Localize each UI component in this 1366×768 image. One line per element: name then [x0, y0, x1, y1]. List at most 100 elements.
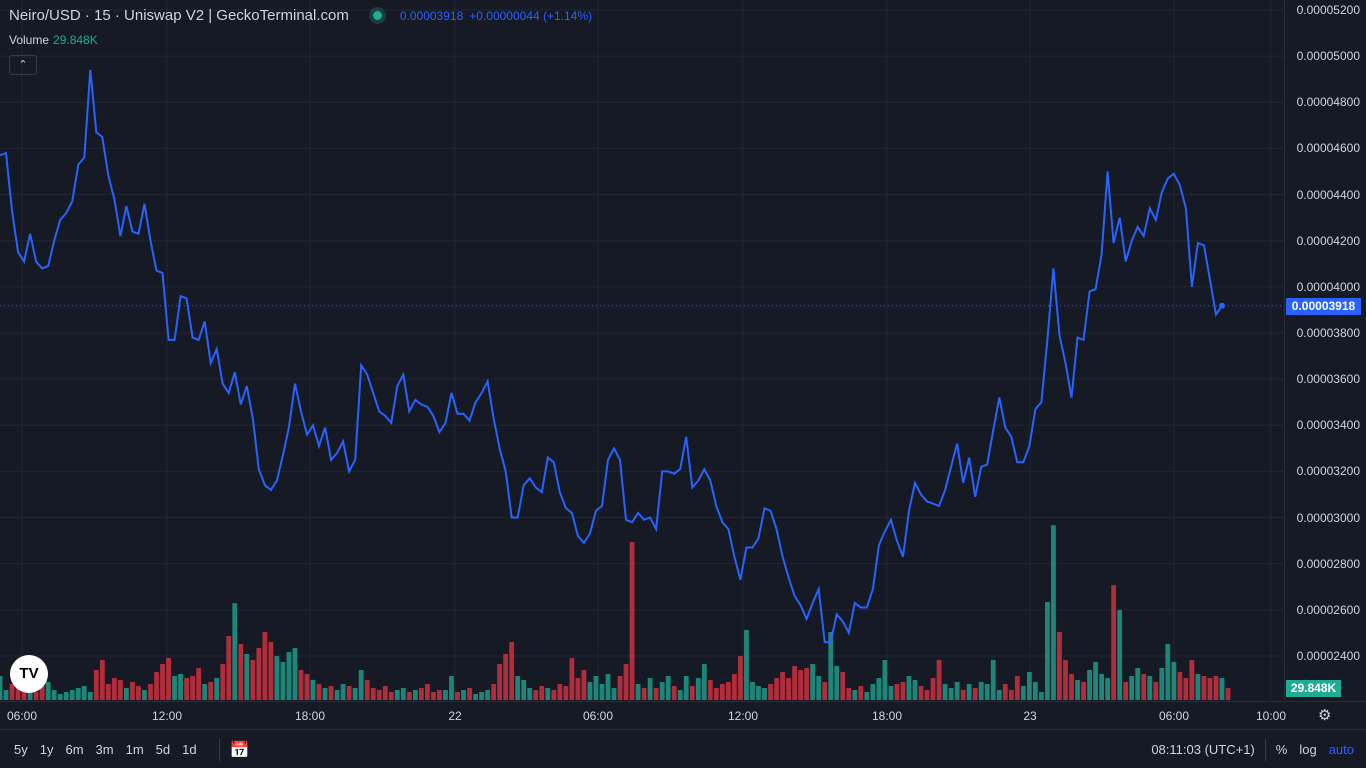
clock[interactable]: 08:11:03 (UTC+1): [1151, 742, 1254, 757]
volume-bar: [45, 682, 51, 700]
volume-bar: [262, 632, 268, 700]
time-tick: 06:00: [1158, 709, 1190, 723]
volume-bar: [455, 692, 460, 700]
volume-bar: [599, 684, 605, 700]
volume-bar: [870, 684, 876, 700]
volume-bar: [1171, 662, 1177, 700]
volume-bar: [954, 682, 960, 700]
volume-bar: [473, 694, 478, 700]
volume-bar: [1020, 686, 1026, 700]
volume-bar: [1177, 672, 1183, 700]
collapse-legend-button[interactable]: ⌃: [9, 55, 37, 75]
volume-bar: [0, 676, 3, 700]
tradingview-logo-icon[interactable]: TV: [10, 655, 48, 693]
volume-bar: [467, 688, 472, 700]
volume-bar: [418, 688, 424, 700]
volume-bar: [725, 682, 731, 700]
volume-bar: [906, 676, 912, 700]
range-button-5y[interactable]: 5y: [14, 742, 28, 757]
volume-bar: [1039, 692, 1044, 700]
volume-bar: [334, 690, 340, 700]
range-button-1m[interactable]: 1m: [126, 742, 144, 757]
volume-bar: [310, 680, 316, 700]
volume-bar: [1069, 674, 1074, 700]
volume-bar: [461, 690, 466, 700]
volume-bar: [677, 690, 683, 700]
volume-bar: [972, 688, 978, 700]
volume-bar: [1147, 676, 1153, 700]
price-chart[interactable]: [0, 0, 1284, 701]
volume-bar: [1213, 676, 1219, 700]
volume-bar: [876, 678, 882, 700]
log-scale-toggle[interactable]: log: [1299, 742, 1316, 757]
price-tick: 0.00005200: [1296, 3, 1360, 17]
volume-bar: [936, 660, 942, 700]
price-tick: 0.00003800: [1296, 325, 1360, 340]
volume-bar: [75, 688, 81, 700]
volume-bar: [352, 688, 358, 700]
range-button-3m[interactable]: 3m: [96, 742, 114, 757]
volume-bar: [394, 690, 400, 700]
volume-bar: [1014, 676, 1020, 700]
volume-bar: [575, 678, 581, 700]
volume-bar: [1123, 682, 1129, 700]
volume-bar: [695, 678, 701, 700]
volume-bar: [220, 664, 226, 700]
volume-bar: [479, 692, 484, 700]
volume-bar: [1057, 632, 1062, 700]
volume-bar: [166, 658, 171, 700]
price-tick: 0.00003600: [1296, 372, 1360, 387]
goto-date-calendar-icon[interactable]: 📅: [230, 740, 250, 760]
volume-bar: [1153, 682, 1159, 700]
volume-bar: [1189, 660, 1195, 700]
settings-gear-icon[interactable]: ⚙: [1318, 706, 1331, 724]
time-tick: 06:00: [6, 709, 38, 723]
range-button-5d[interactable]: 5d: [156, 742, 170, 757]
volume-bar: [990, 660, 996, 700]
volume-bar: [846, 688, 852, 700]
volume-bar: [286, 652, 292, 700]
volume-bar: [960, 690, 966, 700]
volume-bar: [635, 684, 641, 700]
symbol-title[interactable]: Neiro/USD · 15 · Uniswap V2 | GeckoTermi…: [9, 7, 349, 24]
volume-bar: [497, 664, 503, 700]
percent-scale-toggle[interactable]: %: [1276, 742, 1288, 757]
volume-bar: [521, 680, 527, 700]
time-tick: 22: [448, 709, 462, 723]
time-axis[interactable]: 06:00 12:00 18:00 22 06:00 12:00 18:00 23 06:00 1…: [0, 701, 1366, 730]
range-button-6m[interactable]: 6m: [65, 742, 83, 757]
volume-bar: [178, 674, 183, 700]
volume-bar: [1045, 602, 1050, 700]
divider: [218, 738, 220, 761]
volume-bar: [33, 692, 39, 700]
volume-bar: [63, 692, 69, 700]
volume-bar: [370, 688, 376, 700]
time-tick: 06:00: [582, 709, 614, 723]
volume-bar: [1129, 676, 1135, 700]
volume-bar: [611, 688, 617, 700]
volume-bar: [250, 660, 256, 700]
volume-bar: [3, 690, 9, 700]
price-tick: 0.00005000: [1296, 49, 1360, 64]
auto-scale-toggle[interactable]: auto: [1329, 742, 1354, 757]
volume-bar: [840, 672, 846, 700]
volume-bar: [160, 664, 165, 700]
volume-bar: [449, 676, 454, 700]
volume-bar: [268, 642, 274, 700]
volume-bar: [864, 692, 870, 700]
range-button-1d[interactable]: 1d: [182, 742, 196, 757]
price-axis[interactable]: 0.00005200 0.00005000 0.00004800 0.00004600…: [1284, 0, 1366, 701]
volume-bar: [539, 686, 545, 700]
volume-bar: [51, 690, 57, 700]
range-button-1y[interactable]: 1y: [40, 742, 54, 757]
volume-bar: [756, 686, 761, 700]
volume-bar: [1135, 668, 1141, 700]
volume-bar: [298, 670, 304, 700]
price-tick: 0.00004800: [1296, 95, 1360, 110]
volume-bar: [340, 684, 346, 700]
price-line: [0, 69, 1223, 644]
divider: [1264, 738, 1266, 761]
volume-bar: [485, 690, 490, 700]
volume-bar: [515, 676, 521, 700]
volume-bar: [232, 603, 238, 700]
